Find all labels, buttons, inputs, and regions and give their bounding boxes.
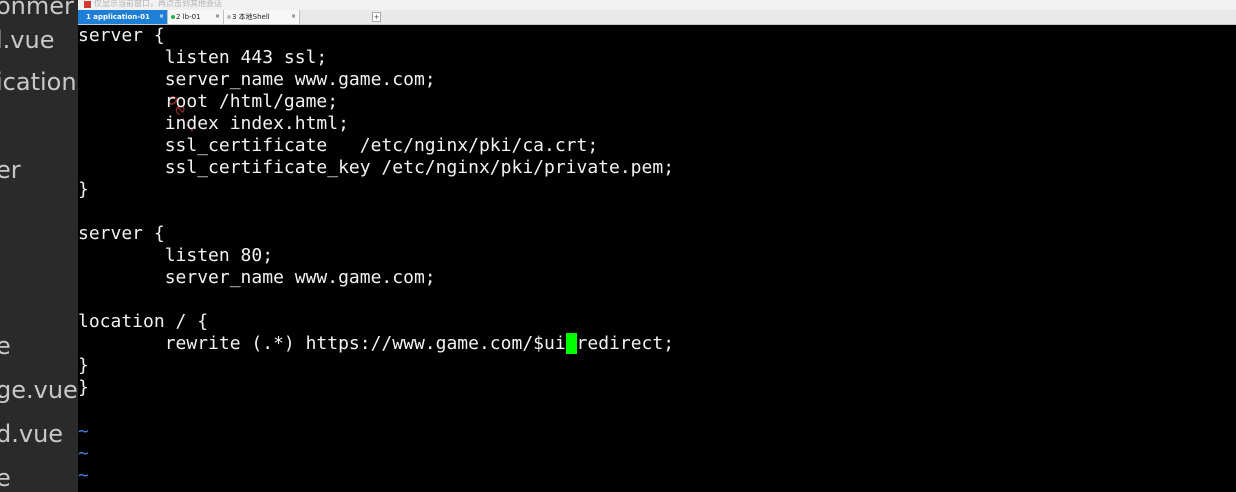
terminal-line: index index.html; <box>78 113 349 134</box>
tab-close-icon[interactable]: × <box>291 10 296 24</box>
terminal-line: ssl_certificate /etc/nginx/pki/ca.crt; <box>78 135 599 156</box>
tab-close-icon[interactable]: × <box>159 10 164 24</box>
terminal-line: rewrite (.*) https://www.game.com/$ui re… <box>78 333 674 355</box>
terminal-line: location / { <box>78 311 209 332</box>
rewrite-text-before-cursor: rewrite (.*) https://www.game.com/$ui <box>78 333 566 354</box>
terminal-line: server { <box>78 25 165 46</box>
terminal-line: server_name www.game.com; <box>78 267 436 288</box>
session-tab[interactable]: 3 本地Shell × <box>224 10 300 24</box>
terminal-line: } <box>78 179 89 200</box>
status-dot-icon <box>171 15 175 19</box>
sidebar-file-name[interactable]: e <box>0 464 11 492</box>
tab-close-icon[interactable]: × <box>215 10 220 24</box>
terminal-line: } <box>78 377 89 398</box>
sidebar-file-name[interactable]: e <box>0 332 11 360</box>
sidebar-file-name[interactable]: ication <box>0 68 77 96</box>
sidebar-file-name[interactable]: onmer <box>0 0 74 20</box>
text-cursor <box>565 333 577 354</box>
terminal-line: server_name www.game.com; <box>78 69 436 90</box>
tab-label: 3 本地Shell <box>232 13 270 21</box>
terminal-window[interactable]: oe... server { listen 443 ssl; server_na… <box>78 25 1236 492</box>
sidebar-file-name[interactable]: ge.vue <box>0 376 78 404</box>
sidebar-file-name[interactable]: er <box>0 156 21 184</box>
sidebar-file-name[interactable]: d.vue <box>0 420 63 448</box>
flag-icon <box>84 1 91 8</box>
rewrite-text-after-cursor: redirect; <box>576 333 675 354</box>
terminal-line: ssl_certificate_key /etc/nginx/pki/priva… <box>78 157 675 178</box>
tab-label: 2 lb-01 <box>176 13 201 21</box>
terminal-line: listen 80; <box>78 245 274 266</box>
session-tab[interactable]: 2 lb-01 × <box>168 10 224 24</box>
terminal-line: listen 443 ssl; <box>78 47 328 68</box>
empty-line-tilde: ~ <box>78 421 89 442</box>
tab-label: 1 application-01 <box>86 13 150 21</box>
session-notice-bar: 仅显示当前窗口，再点击到其他会话 <box>78 0 1236 10</box>
terminal-line: root /html/game; <box>78 91 339 112</box>
session-tab-bar: + 1 application-01 × 2 lb-01 × 3 本地Shell × <box>78 10 1236 25</box>
add-tab-button[interactable]: + <box>372 12 381 22</box>
background-file-tree: onmer l.vue ication er e ge.vue d.vue e <box>0 0 78 492</box>
terminal-line: } <box>78 355 89 376</box>
terminal-line: server { <box>78 223 165 244</box>
session-notice-text: 仅显示当前窗口，再点击到其他会话 <box>94 0 222 8</box>
session-tab[interactable]: 1 application-01 × <box>78 10 168 24</box>
empty-line-tilde: ~ <box>78 443 89 464</box>
sidebar-file-name[interactable]: l.vue <box>0 26 54 54</box>
status-dot-icon <box>227 15 231 19</box>
empty-line-tilde: ~ <box>78 465 89 486</box>
